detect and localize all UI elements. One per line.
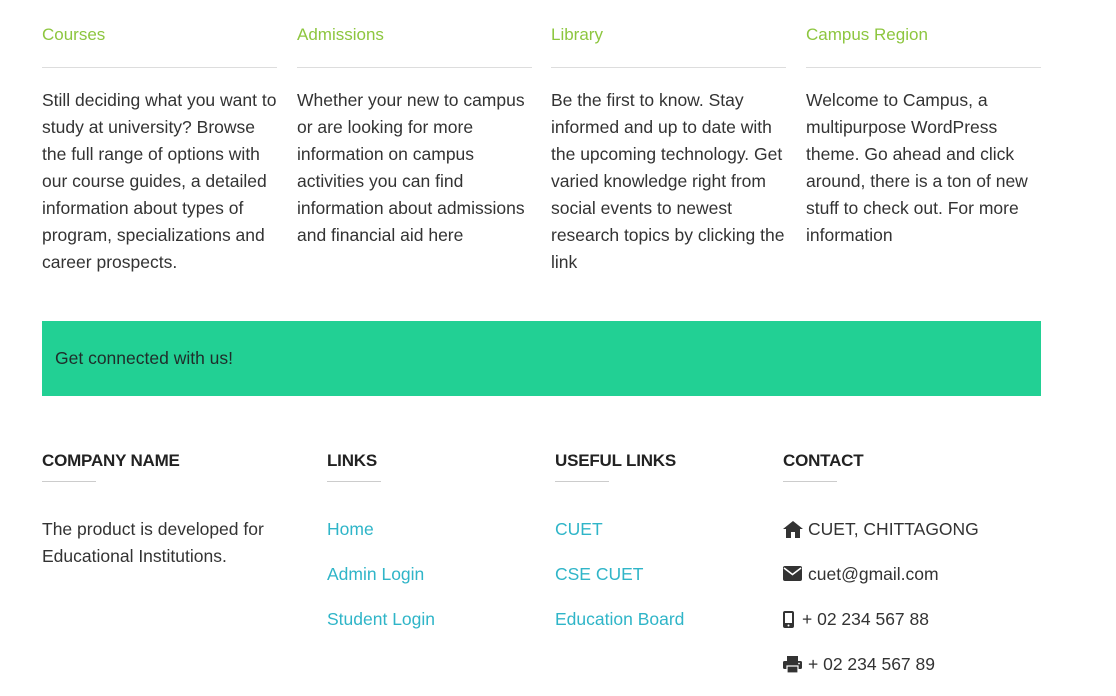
footer-company: COMPANY NAME The product is developed fo… (42, 448, 264, 566)
footer-heading-company: COMPANY NAME (42, 451, 180, 470)
footer-heading-contact: CONTACT (783, 451, 864, 470)
feature-description-library: Be the first to know. Stay informed and … (551, 90, 785, 272)
list-item: CUET (555, 516, 684, 561)
contact-address-text: CUET, CHITTAGONG (808, 519, 979, 539)
feature-title-library[interactable]: Library (551, 25, 603, 45)
divider (551, 67, 786, 68)
list-item: Student Login (327, 606, 435, 651)
divider (297, 67, 532, 68)
banner-text: Get connected with us! (55, 348, 234, 368)
contact-email-text: cuet@gmail.com (808, 564, 939, 584)
printer-icon (783, 651, 805, 678)
link-home[interactable]: Home (327, 519, 374, 539)
link-admin-login[interactable]: Admin Login (327, 564, 424, 584)
feature-title-courses[interactable]: Courses (42, 25, 105, 45)
contact-email: cuet@gmail.com (783, 561, 979, 606)
contact-fax-text: + 02 234 567 89 (808, 654, 935, 674)
link-education-board[interactable]: Education Board (555, 609, 684, 629)
contact-mobile: + 02 234 567 88 (783, 606, 979, 651)
list-item: CSE CUET (555, 561, 684, 606)
feature-title-admissions[interactable]: Admissions (297, 25, 384, 45)
feature-description-admissions: Whether your new to campus or are lookin… (297, 90, 525, 245)
useful-links-list: CUET CSE CUET Education Board (555, 516, 684, 651)
contact-list: CUET, CHITTAGONG cuet@gmail.com + 02 234… (783, 516, 979, 696)
feature-title-campus-region[interactable]: Campus Region (806, 25, 928, 45)
home-icon (783, 516, 805, 543)
list-item: Home (327, 516, 435, 561)
contact-address: CUET, CHITTAGONG (783, 516, 979, 561)
link-student-login[interactable]: Student Login (327, 609, 435, 629)
footer-heading-links: LINKS (327, 451, 378, 470)
company-description: The product is developed for Educational… (42, 519, 264, 566)
contact-mobile-text: + 02 234 567 88 (802, 609, 929, 629)
heading-underline (42, 481, 96, 482)
list-item: Admin Login (327, 561, 435, 606)
footer-contact: CONTACT CUET, CHITTAGONG cuet@gmail.com … (783, 448, 979, 674)
heading-underline (555, 481, 609, 482)
heading-underline (783, 481, 837, 482)
footer-links: LINKS Home Admin Login Student Login (327, 448, 435, 629)
divider (806, 67, 1041, 68)
list-item: Education Board (555, 606, 684, 651)
envelope-icon (783, 561, 805, 588)
get-connected-banner: Get connected with us! (42, 321, 1041, 396)
feature-description-courses: Still deciding what you want to study at… (42, 90, 277, 272)
links-list: Home Admin Login Student Login (327, 516, 435, 651)
footer-heading-useful-links: USEFUL LINKS (555, 451, 677, 470)
mobile-phone-icon (783, 606, 799, 633)
divider (42, 67, 277, 68)
feature-description-campus-region: Welcome to Campus, a multipurpose WordPr… (806, 90, 1028, 245)
link-cuet[interactable]: CUET (555, 519, 603, 539)
heading-underline (327, 481, 381, 482)
contact-fax: + 02 234 567 89 (783, 651, 979, 696)
link-cse-cuet[interactable]: CSE CUET (555, 564, 643, 584)
footer-useful-links: USEFUL LINKS CUET CSE CUET Education Boa… (555, 448, 684, 629)
